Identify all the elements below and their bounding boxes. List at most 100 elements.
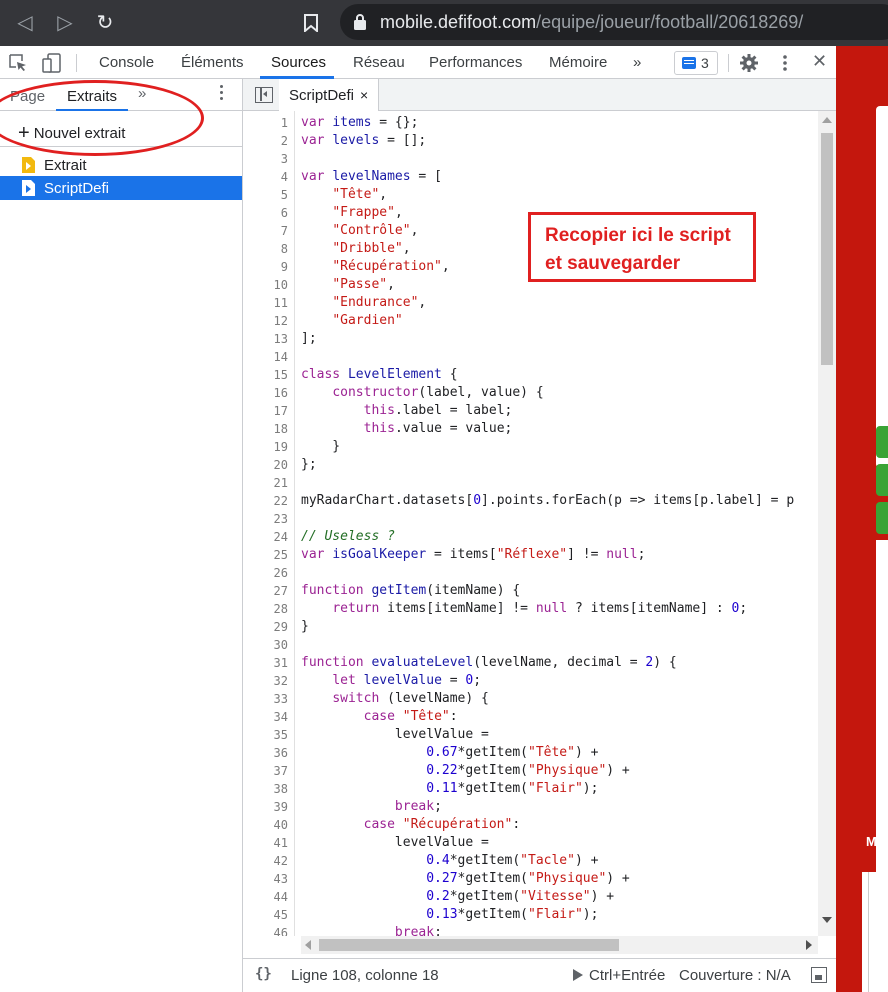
line-number: 16 [273, 386, 288, 400]
coverage-panel-icon[interactable] [811, 967, 827, 983]
tab-performance[interactable]: Performances [429, 54, 522, 71]
cursor-position: Ligne 108, colonne 18 [291, 967, 439, 984]
code-line: this.value = value; [363, 421, 513, 436]
code-line: }; [301, 457, 317, 472]
line-number: 20 [273, 458, 288, 472]
sources-navigator: Page Extraits » + Nouvel extrait Extrait … [0, 79, 243, 992]
url-path: /equipe/joueur/football/20618269/ [536, 12, 804, 32]
lock-icon [354, 14, 366, 30]
play-icon [573, 969, 583, 981]
code-line: return items[itemName] != null ? items[i… [332, 601, 748, 616]
tab-sources[interactable]: Sources [271, 54, 326, 71]
forward-arrow-icon[interactable]: ▷ [50, 8, 80, 38]
code-line: ]; [301, 331, 317, 346]
line-number: 12 [273, 314, 288, 328]
page-content-sliver: Ma [836, 46, 888, 992]
line-number: 28 [273, 602, 288, 616]
code-line: "Endurance", [332, 295, 427, 310]
reload-icon[interactable]: ↻ [90, 8, 120, 38]
code-line: 0.2*getItem("Vitesse") + [426, 889, 615, 904]
page-panel [862, 872, 888, 992]
line-number: 3 [280, 152, 288, 166]
inspect-element-icon[interactable] [8, 53, 28, 73]
browser-toolbar: ◁ ▷ ↻ mobile.defifoot.com/equipe/joueur/… [0, 0, 888, 46]
editor-file-tab[interactable]: ScriptDefi × [279, 79, 380, 111]
close-devtools-button[interactable]: ✕ [812, 51, 827, 72]
kebab-menu-icon[interactable] [775, 53, 795, 73]
line-number: 10 [273, 278, 288, 292]
address-bar[interactable]: mobile.defifoot.com/equipe/joueur/footba… [340, 4, 888, 40]
issues-badge[interactable]: 3 [674, 51, 718, 75]
code-line: break; [394, 925, 442, 936]
code-line: var levels = []; [301, 133, 427, 148]
code-line: "Tête", [332, 187, 388, 202]
run-snippet-button[interactable]: Ctrl+Entrée [573, 967, 665, 984]
bookmark-icon[interactable] [296, 8, 326, 38]
scrollbar-thumb[interactable] [319, 939, 619, 951]
snippet-item[interactable]: Extrait [0, 153, 242, 177]
device-toolbar-icon[interactable] [42, 53, 62, 73]
url-host: mobile.defifoot.com [380, 12, 537, 32]
line-number: 45 [273, 908, 288, 922]
line-number: 26 [273, 566, 288, 580]
code-line: let levelValue = 0; [332, 673, 482, 688]
pretty-print-button[interactable]: {} [255, 966, 272, 982]
line-number: 30 [273, 638, 288, 652]
code-line: "Dribble", [332, 241, 411, 256]
toggle-navigator-icon[interactable] [255, 87, 273, 103]
code-line: class LevelElement { [301, 367, 458, 382]
tab-network[interactable]: Réseau [353, 54, 405, 71]
back-arrow-icon[interactable]: ◁ [10, 8, 40, 38]
close-icon[interactable]: × [360, 87, 368, 103]
line-number: 14 [273, 350, 288, 364]
code-line: 0.22*getItem("Physique") + [426, 763, 630, 778]
tab-console[interactable]: Console [99, 54, 154, 71]
tab-elements[interactable]: Éléments [181, 54, 244, 71]
code-line: break; [394, 799, 442, 814]
devtools-panel: Console Éléments Sources Réseau Performa… [0, 46, 836, 992]
code-line: "Passe", [332, 277, 395, 292]
line-number: 11 [273, 296, 288, 310]
page-panel [876, 540, 888, 880]
code-line: "Contrôle", [332, 223, 419, 238]
line-number: 46 [273, 926, 288, 936]
line-number: 27 [273, 584, 288, 598]
file-tab-label: ScriptDefi [289, 87, 355, 104]
line-number: 37 [273, 764, 288, 778]
page-panel [876, 106, 888, 468]
kebab-menu-icon[interactable] [220, 85, 224, 103]
line-number: 44 [273, 890, 288, 904]
snippet-file-icon [22, 180, 35, 196]
line-number: 2 [280, 134, 288, 148]
snippet-item-selected[interactable]: ScriptDefi [0, 176, 242, 200]
green-bar [876, 426, 888, 458]
line-number: 4 [280, 170, 288, 184]
vertical-scrollbar[interactable] [818, 111, 836, 936]
line-number: 38 [273, 782, 288, 796]
more-tabs-button[interactable]: » [633, 54, 641, 71]
line-number: 40 [273, 818, 288, 832]
line-number: 6 [280, 206, 288, 220]
code-line: } [301, 439, 341, 454]
code-line: switch (levelName) { [332, 691, 489, 706]
code-line: function getItem(itemName) { [301, 583, 521, 598]
code-line: "Récupération", [332, 259, 450, 274]
line-number: 41 [273, 836, 288, 850]
line-number: 15 [273, 368, 288, 382]
gear-icon[interactable] [739, 53, 759, 73]
line-number: 35 [273, 728, 288, 742]
horizontal-scrollbar[interactable] [301, 936, 818, 954]
snippet-label: Extrait [44, 157, 87, 174]
tab-memory[interactable]: Mémoire [549, 54, 607, 71]
message-icon [682, 57, 696, 69]
issues-count: 3 [701, 55, 709, 71]
scrollbar-thumb[interactable] [821, 133, 833, 365]
line-number: 18 [273, 422, 288, 436]
line-number: 36 [273, 746, 288, 760]
code-line: this.label = label; [363, 403, 513, 418]
line-number: 21 [273, 476, 288, 490]
code-line: "Gardien" [332, 313, 403, 328]
code-line: levelValue = [394, 835, 489, 850]
line-number: 23 [273, 512, 288, 526]
code-line: 0.4*getItem("Tacle") + [426, 853, 599, 868]
